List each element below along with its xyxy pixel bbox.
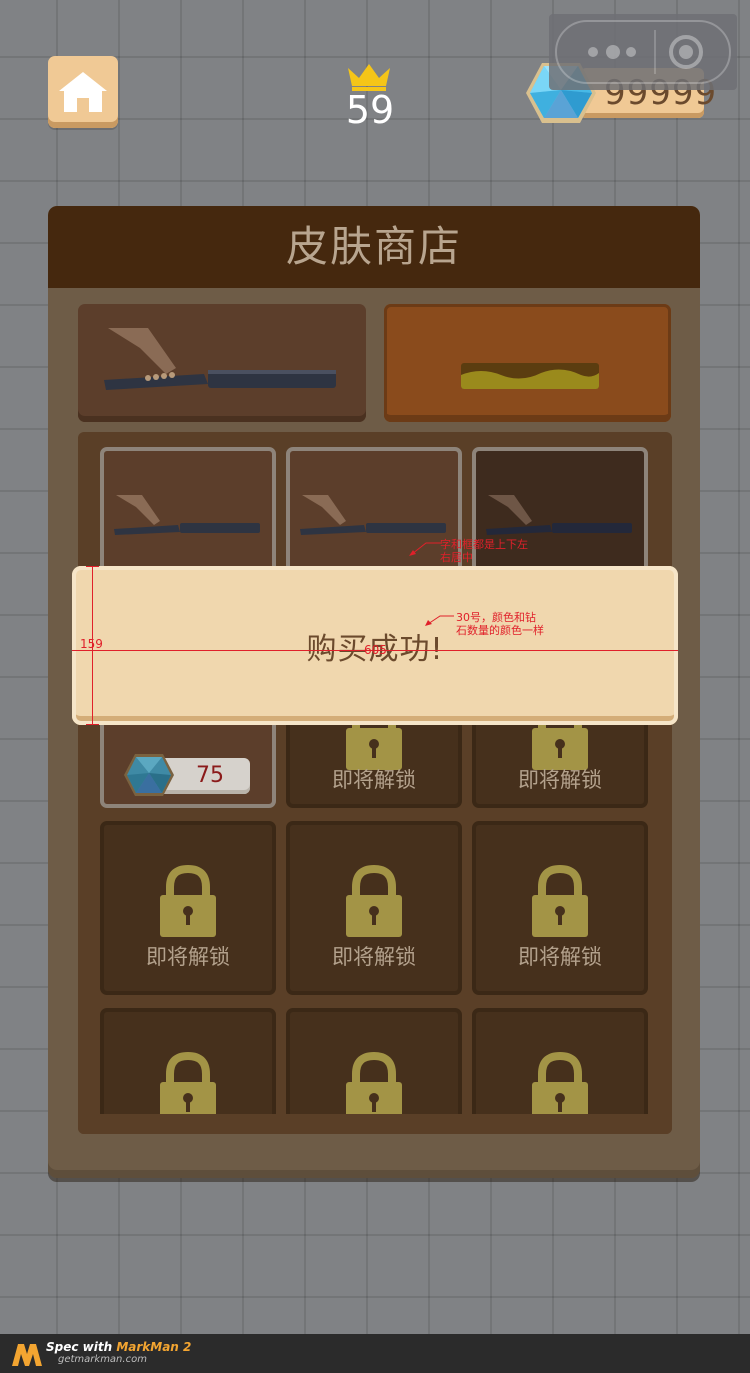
width-measure-value: 605 bbox=[364, 643, 387, 657]
footer-url: getmarkman.com bbox=[58, 1354, 147, 1365]
footer-brand: MarkMan 2 bbox=[116, 1340, 192, 1354]
lock-icon bbox=[160, 865, 216, 937]
locked-label: 即将解锁 bbox=[332, 945, 416, 969]
current-skin-preview bbox=[78, 304, 366, 422]
home-button[interactable] bbox=[48, 56, 118, 128]
more-dots-icon[interactable] bbox=[583, 43, 643, 61]
locked-label: 即将解锁 bbox=[332, 768, 416, 792]
frying-pan-icon bbox=[486, 495, 632, 535]
home-icon bbox=[59, 72, 107, 112]
diamond-icon bbox=[124, 754, 174, 796]
locked-label: 即将解锁 bbox=[518, 945, 602, 969]
height-measure-cap-bottom bbox=[86, 724, 99, 725]
locked-label: 即将解锁 bbox=[146, 945, 230, 969]
annotation-arrow bbox=[425, 615, 454, 626]
frying-pan-icon bbox=[114, 495, 260, 535]
miniprogram-capsule bbox=[549, 14, 737, 90]
height-measure-value: 159 bbox=[80, 637, 103, 651]
lock-icon bbox=[532, 865, 588, 937]
skin-grid: 75 即将解锁 即将解锁 即将解锁 即将解锁 即将解锁 bbox=[78, 432, 672, 1134]
frying-pan-icon bbox=[300, 495, 446, 535]
capsule-divider bbox=[654, 30, 656, 74]
target-close-icon[interactable] bbox=[668, 34, 704, 70]
skin-tile-8: 即将解锁 bbox=[286, 821, 462, 995]
skin-tile-9: 即将解锁 bbox=[472, 821, 648, 995]
lock-icon bbox=[346, 865, 402, 937]
locked-label: 即将解锁 bbox=[518, 768, 602, 792]
shop-title: 皮肤商店 bbox=[48, 206, 700, 288]
skin-tile-7: 即将解锁 bbox=[100, 821, 276, 995]
markman-logo-icon bbox=[12, 1344, 42, 1366]
height-measure-cap-top bbox=[86, 566, 99, 567]
frying-pan-icon bbox=[104, 328, 336, 390]
footer-spec-prefix: Spec with bbox=[46, 1340, 117, 1354]
annotation-center-note: 字和框都是上下左右居中 bbox=[440, 538, 528, 564]
level-number: 59 bbox=[345, 88, 395, 132]
footer-spec-text: Spec with MarkMan 2 bbox=[46, 1340, 191, 1354]
skin-preview-slot bbox=[461, 363, 599, 389]
annotation-font-note: 30号，颜色和钻石数量的颜色一样 bbox=[456, 611, 544, 637]
